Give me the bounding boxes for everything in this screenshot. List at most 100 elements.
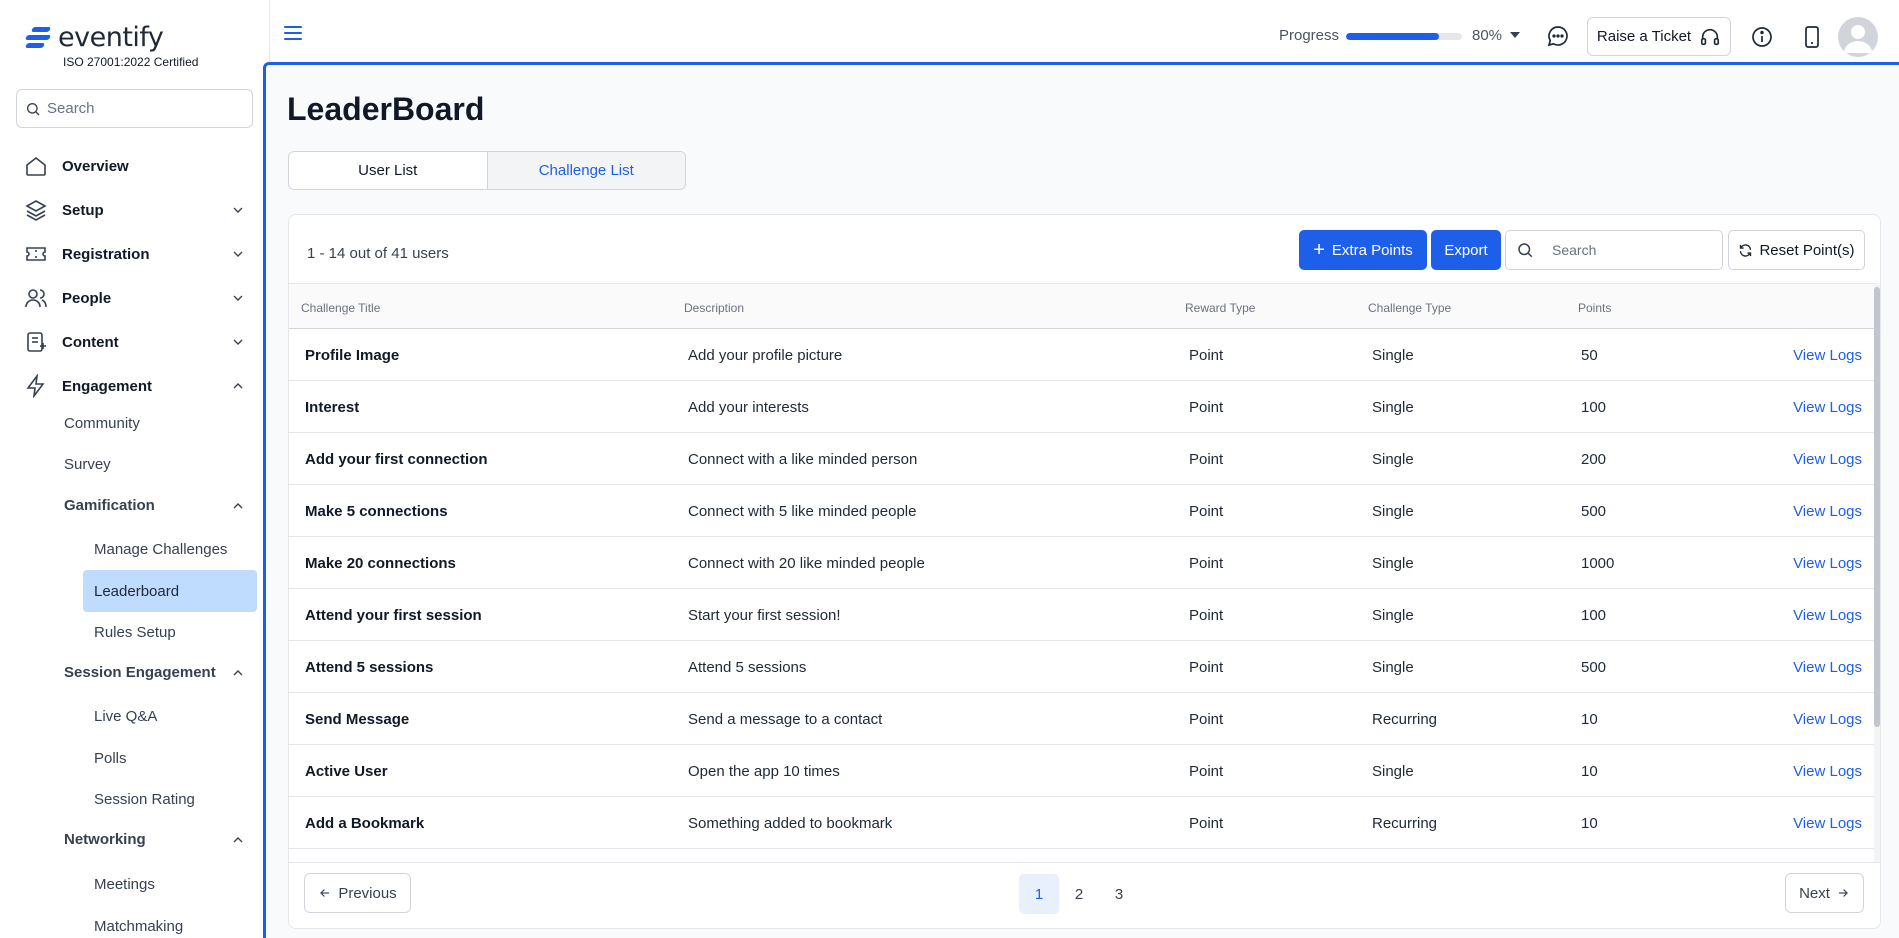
cell-points: 100 xyxy=(1581,607,1607,624)
cell-challenge-type: Single xyxy=(1372,347,1414,364)
cell-description: Attend 5 sessions xyxy=(688,659,807,676)
page-title: LeaderBoard xyxy=(287,91,485,127)
table-row: Send Message Send a message to a contact P… xyxy=(289,693,1880,745)
sidebar-item-content[interactable]: Content xyxy=(24,326,246,358)
cell-reward-type: Point xyxy=(1189,555,1224,572)
progress-label: Progress xyxy=(1279,27,1340,44)
reset-points-button[interactable]: Reset Point(s) xyxy=(1728,230,1865,270)
sidebar-item-polls[interactable]: Polls xyxy=(83,737,257,779)
cell-description: Add your profile picture xyxy=(688,347,843,364)
info-icon[interactable] xyxy=(1750,25,1774,49)
view-logs-link[interactable]: View Logs xyxy=(1793,399,1862,416)
raise-ticket-button[interactable]: Raise a Ticket xyxy=(1587,17,1731,56)
sidebar-item-live-qa[interactable]: Live Q&A xyxy=(83,695,257,737)
tab-user-list[interactable]: User List xyxy=(289,152,487,189)
column-header-challenge-title[interactable]: Challenge Title xyxy=(301,301,380,315)
sidebar-group-gamification[interactable]: Gamification xyxy=(64,497,246,514)
table-search-input[interactable] xyxy=(1552,242,1712,258)
sidebar-item-registration[interactable]: Registration xyxy=(24,238,246,270)
extra-points-button[interactable]: + Extra Points xyxy=(1299,230,1427,270)
cell-challenge-title: Make 5 connections xyxy=(305,503,448,520)
progress-bar xyxy=(1346,33,1462,40)
page-number-2[interactable]: 2 xyxy=(1059,874,1099,914)
cell-reward-type: Point xyxy=(1189,815,1224,832)
brand-logo[interactable]: eventify xyxy=(24,22,164,53)
raise-ticket-label: Raise a Ticket xyxy=(1596,28,1692,45)
cell-challenge-title: Attend 5 sessions xyxy=(305,659,434,676)
next-page-button[interactable]: Next xyxy=(1785,873,1864,913)
view-logs-link[interactable]: View Logs xyxy=(1793,555,1862,572)
certification-text: ISO 27001:2022 Certified xyxy=(63,55,199,69)
column-header-description[interactable]: Description xyxy=(684,301,744,315)
sidebar-item-meetings[interactable]: Meetings xyxy=(83,863,257,905)
cell-challenge-type: Single xyxy=(1372,451,1414,468)
page-number-1[interactable]: 1 xyxy=(1019,874,1059,914)
sidebar-search[interactable] xyxy=(16,89,253,128)
column-header-reward-type[interactable]: Reward Type xyxy=(1185,301,1255,315)
sidebar-search-input[interactable] xyxy=(47,100,237,117)
sidebar-group-label: Session Engagement xyxy=(64,664,216,681)
sidebar-item-label: Registration xyxy=(62,245,150,263)
cell-challenge-title: Attend your first session xyxy=(305,607,482,624)
cell-reward-type: Point xyxy=(1189,503,1224,520)
cell-points: 500 xyxy=(1581,659,1607,676)
view-logs-link[interactable]: View Logs xyxy=(1793,347,1862,364)
search-icon xyxy=(1518,243,1533,258)
view-logs-link[interactable]: View Logs xyxy=(1793,607,1862,624)
lightning-icon xyxy=(24,374,52,398)
cell-challenge-title: Make 20 connections xyxy=(305,555,456,572)
column-header-challenge-type[interactable]: Challenge Type xyxy=(1368,301,1451,315)
view-logs-link[interactable]: View Logs xyxy=(1793,503,1862,520)
headset-icon xyxy=(1701,28,1720,45)
sidebar-group-session-engagement[interactable]: Session Engagement xyxy=(64,664,246,681)
sidebar-item-matchmaking[interactable]: Matchmaking xyxy=(83,905,257,938)
sidebar-item-overview[interactable]: Overview xyxy=(24,150,246,182)
sidebar-item-session-rating[interactable]: Session Rating xyxy=(83,778,257,820)
table-search[interactable] xyxy=(1505,230,1723,270)
table-header: Challenge Title Description Reward Type … xyxy=(289,283,1880,329)
view-logs-link[interactable]: View Logs xyxy=(1793,711,1862,728)
chevron-up-icon xyxy=(233,502,243,508)
tab-challenge-list[interactable]: Challenge List xyxy=(486,152,685,189)
page-number-3[interactable]: 3 xyxy=(1099,874,1139,914)
table-row: Make 5 connections Connect with 5 like mi… xyxy=(289,485,1880,537)
pagination: Previous 1 2 3 Next xyxy=(289,862,1880,928)
table-row: Profile Image Add your profile picture Poi… xyxy=(289,329,1880,381)
sidebar-item-survey[interactable]: Survey xyxy=(64,456,111,473)
sidebar-item-rules-setup[interactable]: Rules Setup xyxy=(83,611,257,653)
caret-down-icon[interactable] xyxy=(1510,32,1520,38)
export-button[interactable]: Export xyxy=(1431,230,1501,270)
column-header-points[interactable]: Points xyxy=(1578,301,1611,315)
cell-challenge-type: Single xyxy=(1372,659,1414,676)
cell-description: Send a message to a contact xyxy=(688,711,883,728)
cell-challenge-title: Add a Bookmark xyxy=(305,815,425,832)
sidebar-item-setup[interactable]: Setup xyxy=(24,194,246,226)
topbar: Progress 80% Raise a Ticket xyxy=(270,0,1899,62)
view-logs-link[interactable]: View Logs xyxy=(1793,763,1862,780)
chat-icon[interactable] xyxy=(1546,24,1570,48)
view-logs-link[interactable]: View Logs xyxy=(1793,815,1862,832)
avatar[interactable] xyxy=(1838,17,1878,57)
chevron-down-icon xyxy=(233,207,243,213)
sidebar-item-people[interactable]: People xyxy=(24,282,246,314)
cell-description: Open the app 10 times xyxy=(688,763,840,780)
previous-page-button[interactable]: Previous xyxy=(304,873,411,913)
scrollbar-thumb[interactable] xyxy=(1874,287,1880,727)
sidebar-item-community[interactable]: Community xyxy=(64,415,140,432)
cell-points: 10 xyxy=(1581,815,1598,832)
cell-description: Add your interests xyxy=(688,399,809,416)
cell-challenge-title: Profile Image xyxy=(305,347,400,364)
sidebar-item-engagement[interactable]: Engagement xyxy=(24,370,246,402)
brand-name: eventify xyxy=(58,22,164,53)
menu-icon[interactable] xyxy=(284,26,302,40)
sidebar-item-manage-challenges[interactable]: Manage Challenges xyxy=(83,528,257,570)
view-logs-link[interactable]: View Logs xyxy=(1793,451,1862,468)
cell-challenge-type: Single xyxy=(1372,399,1414,416)
view-logs-link[interactable]: View Logs xyxy=(1793,659,1862,676)
sidebar-item-label: Engagement xyxy=(62,377,153,395)
sidebar-group-networking[interactable]: Networking xyxy=(64,831,246,848)
table-row: Attend 5 sessions Attend 5 sessions Point S… xyxy=(289,641,1880,693)
sidebar-item-leaderboard[interactable]: Leaderboard xyxy=(83,570,257,612)
arrow-right-icon xyxy=(1838,889,1848,897)
mobile-icon[interactable] xyxy=(1802,25,1822,49)
